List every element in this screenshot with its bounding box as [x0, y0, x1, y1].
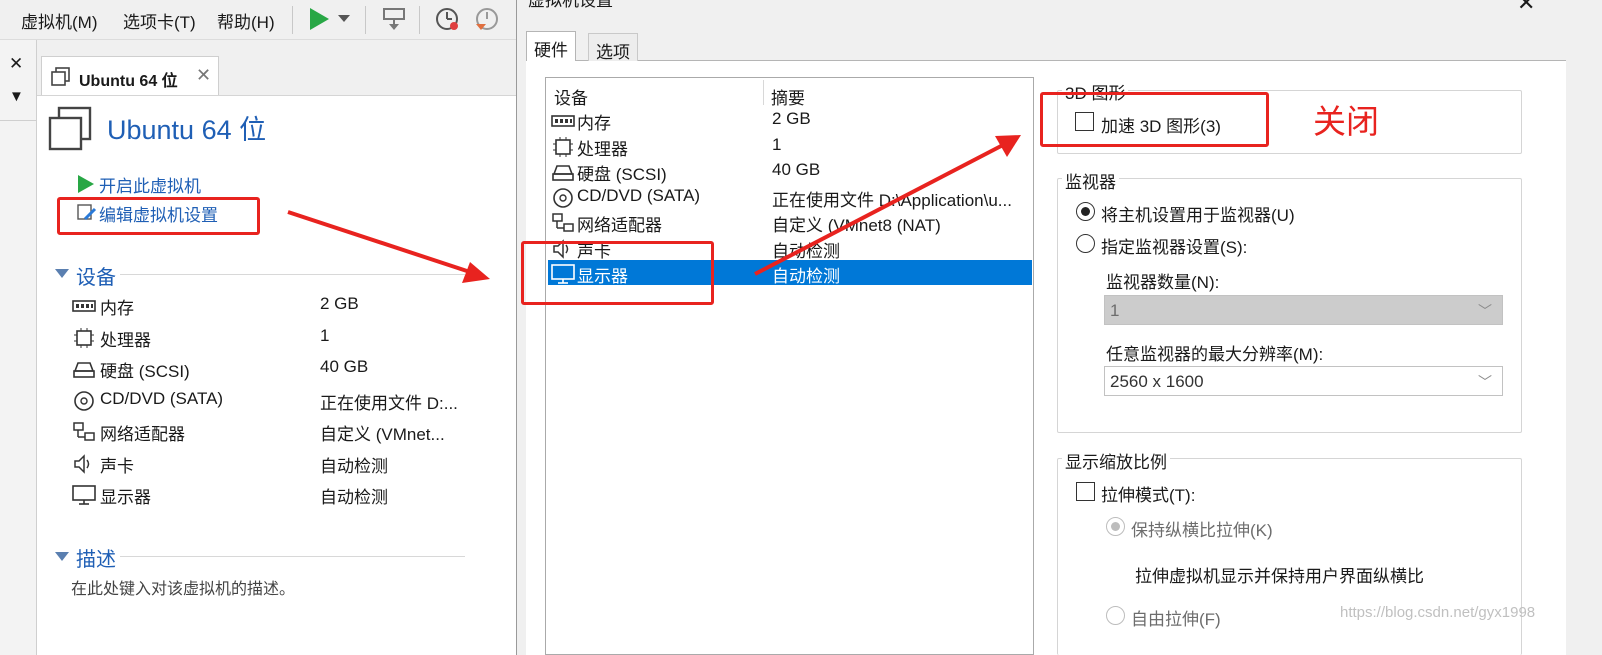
arrow-to-3d	[754, 143, 1004, 276]
arrow-head	[462, 262, 490, 283]
annotation-arrows	[287, 135, 1021, 283]
arrow-to-display	[287, 210, 471, 274]
